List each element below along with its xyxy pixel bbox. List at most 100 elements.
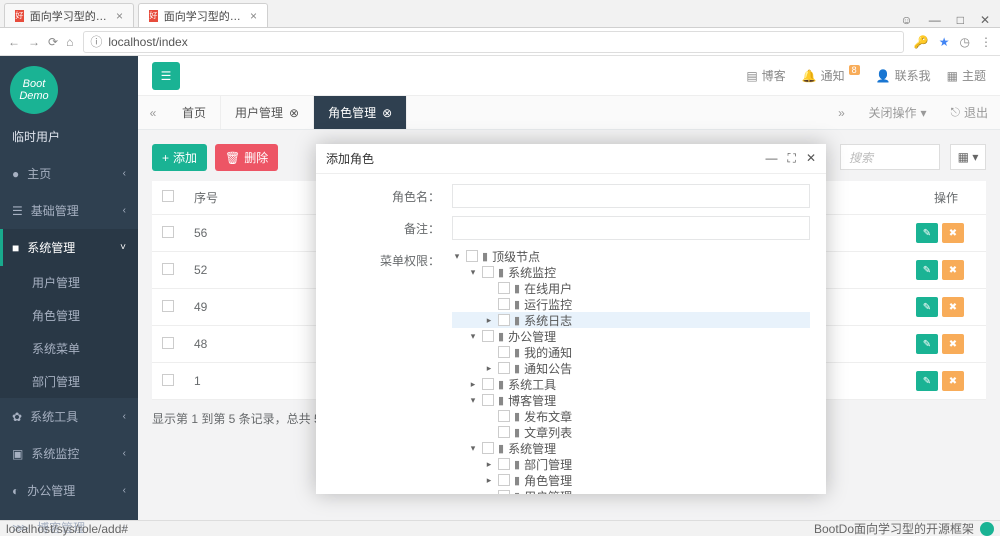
tree-checkbox[interactable] [498,426,510,438]
reload-icon[interactable]: ⟳ [48,35,58,49]
topbar-theme[interactable]: ▦主题 [947,67,986,84]
tree-checkbox[interactable] [498,474,510,486]
close-icon[interactable]: × [250,9,257,23]
remove-button[interactable]: ✖ [942,260,964,280]
edit-button[interactable]: ✎ [916,334,938,354]
tree-node[interactable]: ▮文章列表 [452,424,810,440]
tree-checkbox[interactable] [498,410,510,422]
search-input[interactable]: 搜索 [840,144,940,170]
edit-button[interactable]: ✎ [916,260,938,280]
add-button[interactable]: +添加 [152,144,207,171]
caret-icon[interactable]: ▸ [484,459,494,470]
sidebar-item-system[interactable]: ■ 系统管理 ˅ [0,229,138,266]
sidebar-item-base[interactable]: ☰ 基础管理 ‹ [0,192,138,229]
caret-icon[interactable]: ▸ [484,315,494,326]
menu-toggle-button[interactable]: ☰ [152,62,180,90]
minimize-icon[interactable]: — [929,13,941,27]
edit-button[interactable]: ✎ [916,223,938,243]
sidebar-item-monitor[interactable]: ▣ 系统监控 ‹ [0,435,138,472]
caret-icon[interactable]: ▸ [484,475,494,486]
submenu-role[interactable]: 角色管理 [0,299,138,332]
tree-checkbox[interactable] [482,266,494,278]
browser-tab-active[interactable]: 好 面向学习型的开源框架 × [138,3,268,27]
sidebar-item-tools[interactable]: ✿ 系统工具 ‹ [0,398,138,435]
close-icon[interactable]: ⊗ [289,106,299,120]
submenu-dept[interactable]: 部门管理 [0,365,138,398]
tree-node[interactable]: ▮我的通知 [452,344,810,360]
tab-role[interactable]: 角色管理⊗ [314,96,407,129]
remove-button[interactable]: ✖ [942,297,964,317]
maximize-icon[interactable]: □ [957,13,964,27]
tree-node[interactable]: ▸▮角色管理 [452,472,810,488]
browser-tab[interactable]: 好 面向学习型的开源框架 × [4,3,134,27]
topbar-blog[interactable]: ▤博客 [746,67,785,84]
tree-checkbox[interactable] [482,378,494,390]
menu-icon[interactable]: ⋮ [980,35,992,49]
row-checkbox[interactable] [162,300,174,312]
tree-checkbox[interactable] [498,346,510,358]
tree-node[interactable]: ▸▮用户管理 [452,488,810,494]
tree-node[interactable]: ▸▮通知公告 [452,360,810,376]
tree-checkbox[interactable] [482,442,494,454]
tree-checkbox[interactable] [466,250,478,262]
tree-checkbox[interactable] [498,314,510,326]
user-icon[interactable]: ☺ [900,13,912,27]
remove-button[interactable]: ✖ [942,371,964,391]
row-checkbox[interactable] [162,226,174,238]
tab-home[interactable]: 首页 [168,96,221,129]
caret-icon[interactable]: ▾ [468,267,478,278]
star-icon[interactable]: ★ [939,35,950,49]
tree-node[interactable]: ▮在线用户 [452,280,810,296]
close-ops-menu[interactable]: 关闭操作▾ [856,104,938,121]
checkall[interactable] [162,190,174,202]
tree-node[interactable]: ▸▮系统工具 [452,376,810,392]
remove-button[interactable]: ✖ [942,223,964,243]
row-checkbox[interactable] [162,337,174,349]
tree-checkbox[interactable] [482,394,494,406]
view-toggle[interactable]: ▦ ▾ [950,144,986,170]
tree-checkbox[interactable] [498,282,510,294]
sidebar-item-home[interactable]: ● 主页 ‹ [0,155,138,192]
forward-icon[interactable]: → [28,35,40,49]
edit-button[interactable]: ✎ [916,297,938,317]
close-icon[interactable]: ✕ [806,151,816,166]
tree-node[interactable]: ▾▮办公管理 [452,328,810,344]
minimize-icon[interactable]: — [766,151,778,166]
tree-node[interactable]: ▸▮部门管理 [452,456,810,472]
tree-node[interactable]: ▾▮系统监控 [452,264,810,280]
tree-node[interactable]: ▮发布文章 [452,408,810,424]
caret-icon[interactable]: ▾ [468,331,478,342]
tree-node[interactable]: ▾▮顶级节点 [452,248,810,264]
caret-icon[interactable]: ▸ [484,491,494,495]
sidebar-item-office[interactable]: ◐ 办公管理 ‹ [0,472,138,509]
tree-node[interactable]: ▾▮系统管理 [452,440,810,456]
caret-icon[interactable]: ▾ [468,443,478,454]
close-icon[interactable]: ⊗ [382,106,392,120]
topbar-contact[interactable]: 👤联系我 [876,67,931,84]
close-icon[interactable]: × [116,9,123,23]
extension-icon[interactable]: ◷ [960,35,970,49]
tree-checkbox[interactable] [482,330,494,342]
tree-checkbox[interactable] [498,298,510,310]
row-checkbox[interactable] [162,374,174,386]
remark-input[interactable] [452,216,810,240]
key-icon[interactable]: 🔑 [914,35,929,49]
home-icon[interactable]: ⌂ [66,35,73,49]
caret-icon[interactable]: ▸ [468,379,478,390]
row-checkbox[interactable] [162,263,174,275]
tree-node[interactable]: ▸▮系统日志 [452,312,810,328]
tab-scroll-right[interactable]: » [826,106,856,120]
edit-button[interactable]: ✎ [916,371,938,391]
rolename-input[interactable] [452,184,810,208]
caret-icon[interactable]: ▾ [468,395,478,406]
topbar-notify[interactable]: 🔔通知8 [802,67,860,84]
maximize-icon[interactable]: ⛶ [788,151,796,166]
remove-button[interactable]: ✖ [942,334,964,354]
caret-icon[interactable]: ▸ [484,363,494,374]
tab-scroll-left[interactable]: « [138,96,168,129]
window-close-icon[interactable]: ✕ [980,13,990,27]
logout-button[interactable]: ⎋退出 [938,104,1000,121]
submenu-user[interactable]: 用户管理 [0,266,138,299]
tree-checkbox[interactable] [498,490,510,494]
tree-checkbox[interactable] [498,362,510,374]
